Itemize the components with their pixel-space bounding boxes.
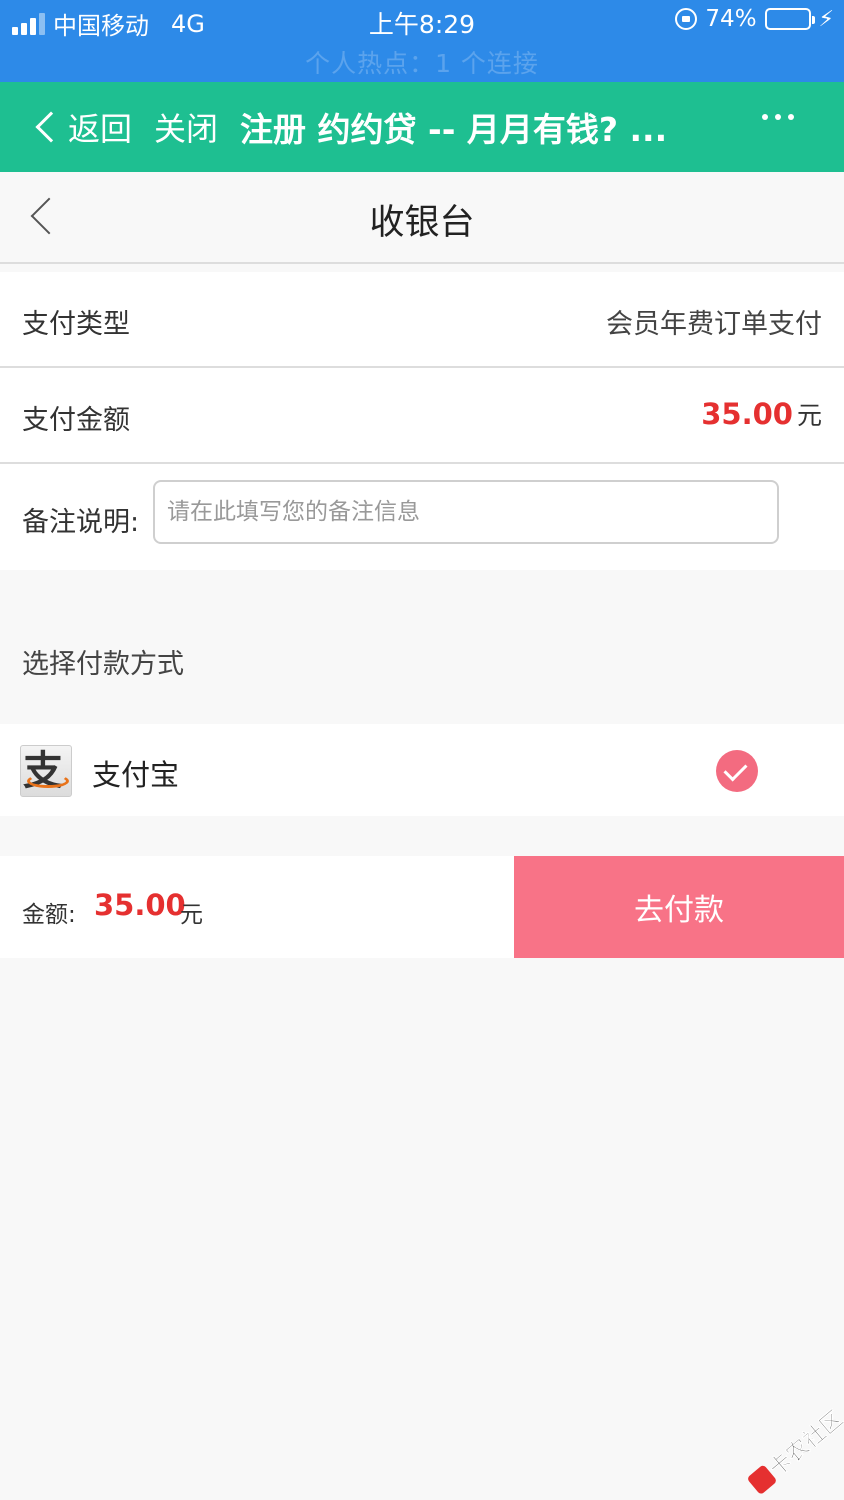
watermark-text: 卡农社区 bbox=[764, 1406, 844, 1483]
alipay-logo-icon: 支 bbox=[20, 745, 72, 797]
watermark: 卡农社区 bbox=[721, 1383, 844, 1500]
status-bar: 中国移动 4G 上午8:29 74% ⚡ 个人热点：1 个连接 bbox=[0, 0, 844, 82]
payment-type-label: 支付类型 bbox=[22, 309, 130, 340]
rotation-lock-icon bbox=[675, 8, 698, 30]
alipay-logo-char: 支 bbox=[23, 748, 63, 794]
footer-amount-label: 金额: bbox=[22, 902, 76, 928]
note-row: 备注说明: bbox=[0, 464, 844, 570]
back-chevron-icon[interactable] bbox=[35, 111, 67, 143]
note-label: 备注说明: bbox=[22, 507, 140, 538]
status-right: 74% ⚡ bbox=[675, 6, 834, 32]
footer-amount-value: 35.00 bbox=[94, 888, 186, 922]
pay-button[interactable]: 去付款 bbox=[514, 856, 844, 958]
payment-amount-unit: 元 bbox=[796, 401, 822, 430]
payment-amount-label: 支付金额 bbox=[22, 405, 130, 436]
payment-method-name: 支付宝 bbox=[92, 758, 180, 792]
browser-back-button[interactable]: 返回 bbox=[68, 104, 132, 150]
payment-type-value: 会员年费订单支付 bbox=[606, 309, 822, 340]
selected-check-icon[interactable] bbox=[716, 750, 758, 792]
payment-amount-value: 35.00 元 bbox=[701, 396, 822, 432]
browser-title: 注册 约约贷 -- 月月有钱? ... bbox=[240, 110, 668, 149]
payment-amount-number: 35.00 bbox=[701, 397, 793, 431]
payment-method-section-title: 选择付款方式 bbox=[22, 649, 184, 680]
browser-bar: 返回 关闭 注册 约约贷 -- 月月有钱? ... bbox=[0, 82, 844, 172]
note-input[interactable] bbox=[153, 480, 779, 544]
more-options-icon[interactable] bbox=[762, 114, 794, 120]
hotspot-banner[interactable]: 个人热点：1 个连接 bbox=[0, 44, 844, 80]
footer-amount-unit: 元 bbox=[180, 902, 203, 928]
battery-icon bbox=[764, 8, 815, 30]
checkout-footer: 金额: 35.00 元 去付款 bbox=[0, 856, 844, 958]
browser-close-button[interactable]: 关闭 bbox=[154, 104, 218, 150]
battery-percent: 74% bbox=[705, 6, 757, 32]
payment-type-row: 支付类型 会员年费订单支付 bbox=[0, 272, 844, 368]
charging-icon: ⚡ bbox=[818, 6, 834, 32]
payment-amount-row: 支付金额 35.00 元 bbox=[0, 368, 844, 464]
page-title: 收银台 bbox=[369, 203, 475, 243]
page-nav-bar: 收银台 bbox=[0, 172, 844, 264]
